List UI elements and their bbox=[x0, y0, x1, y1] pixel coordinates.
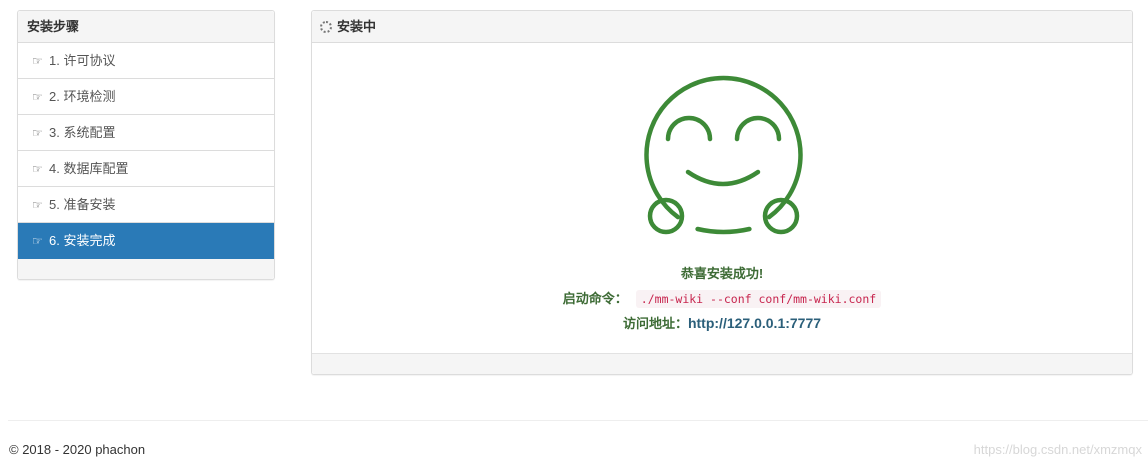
step-item-system-config[interactable]: ☞ 3. 系统配置 bbox=[18, 115, 274, 151]
step-label: 4. 数据库配置 bbox=[49, 161, 129, 176]
step-item-license[interactable]: ☞ 1. 许可协议 bbox=[18, 43, 274, 79]
access-address-row: 访问地址：http://127.0.0.1:7777 bbox=[312, 313, 1132, 332]
footer-copyright: © 2018 - 2020 phachon bbox=[9, 442, 146, 457]
steps-panel-title: 安装步骤 bbox=[18, 11, 274, 43]
steps-list: ☞ 1. 许可协议 ☞ 2. 环境检测 ☞ 3. 系统配置 ☞ 4. 数据库配置 ☞ 5.… bbox=[18, 43, 274, 259]
start-command-code: ./mm-wiki --conf conf/mm-wiki.conf bbox=[635, 290, 882, 308]
step-item-prepare-install[interactable]: ☞ 5. 准备安装 bbox=[18, 187, 274, 223]
install-success-message: 恭喜安装成功! bbox=[680, 266, 764, 281]
step-label: 5. 准备安装 bbox=[49, 197, 116, 212]
install-status-panel: 安装中 恭喜安装成功! 启动命令： ./mm-wiki --conf conf/m… bbox=[311, 10, 1133, 375]
step-label: 3. 系统配置 bbox=[49, 125, 116, 140]
access-address-link[interactable]: http://127.0.0.1:7777 bbox=[688, 315, 821, 331]
status-panel-footer bbox=[312, 353, 1132, 374]
start-command-label: 启动命令： bbox=[562, 291, 628, 306]
footer-divider bbox=[8, 420, 1148, 421]
hand-pointing-right-icon: ☞ bbox=[32, 90, 43, 104]
install-steps-panel: 安装步骤 ☞ 1. 许可协议 ☞ 2. 环境检测 ☞ 3. 系统配置 ☞ 4. 数据库配… bbox=[17, 10, 275, 280]
hand-pointing-right-icon: ☞ bbox=[32, 234, 43, 248]
step-item-env-check[interactable]: ☞ 2. 环境检测 bbox=[18, 79, 274, 115]
spinner-icon bbox=[320, 21, 332, 33]
status-panel-title: 安装中 bbox=[337, 19, 377, 34]
start-command-row: 启动命令： ./mm-wiki --conf conf/mm-wiki.conf bbox=[312, 288, 1132, 308]
step-label: 1. 许可协议 bbox=[49, 53, 116, 68]
hand-pointing-right-icon: ☞ bbox=[32, 162, 43, 176]
smiley-face-icon bbox=[644, 75, 803, 235]
watermark: https://blog.csdn.net/xmzmqx bbox=[973, 442, 1142, 457]
step-label: 6. 安装完成 bbox=[49, 233, 116, 248]
access-address-label: 访问地址： bbox=[622, 316, 688, 331]
step-label: 2. 环境检测 bbox=[49, 89, 116, 104]
hand-pointing-right-icon: ☞ bbox=[32, 54, 43, 68]
hand-pointing-right-icon: ☞ bbox=[32, 126, 43, 140]
step-item-database-config[interactable]: ☞ 4. 数据库配置 bbox=[18, 151, 274, 187]
steps-panel-footer bbox=[18, 259, 274, 279]
status-panel-heading: 安装中 bbox=[312, 11, 1132, 43]
step-item-install-complete[interactable]: ☞ 6. 安装完成 bbox=[18, 223, 274, 259]
hand-pointing-right-icon: ☞ bbox=[32, 198, 43, 212]
